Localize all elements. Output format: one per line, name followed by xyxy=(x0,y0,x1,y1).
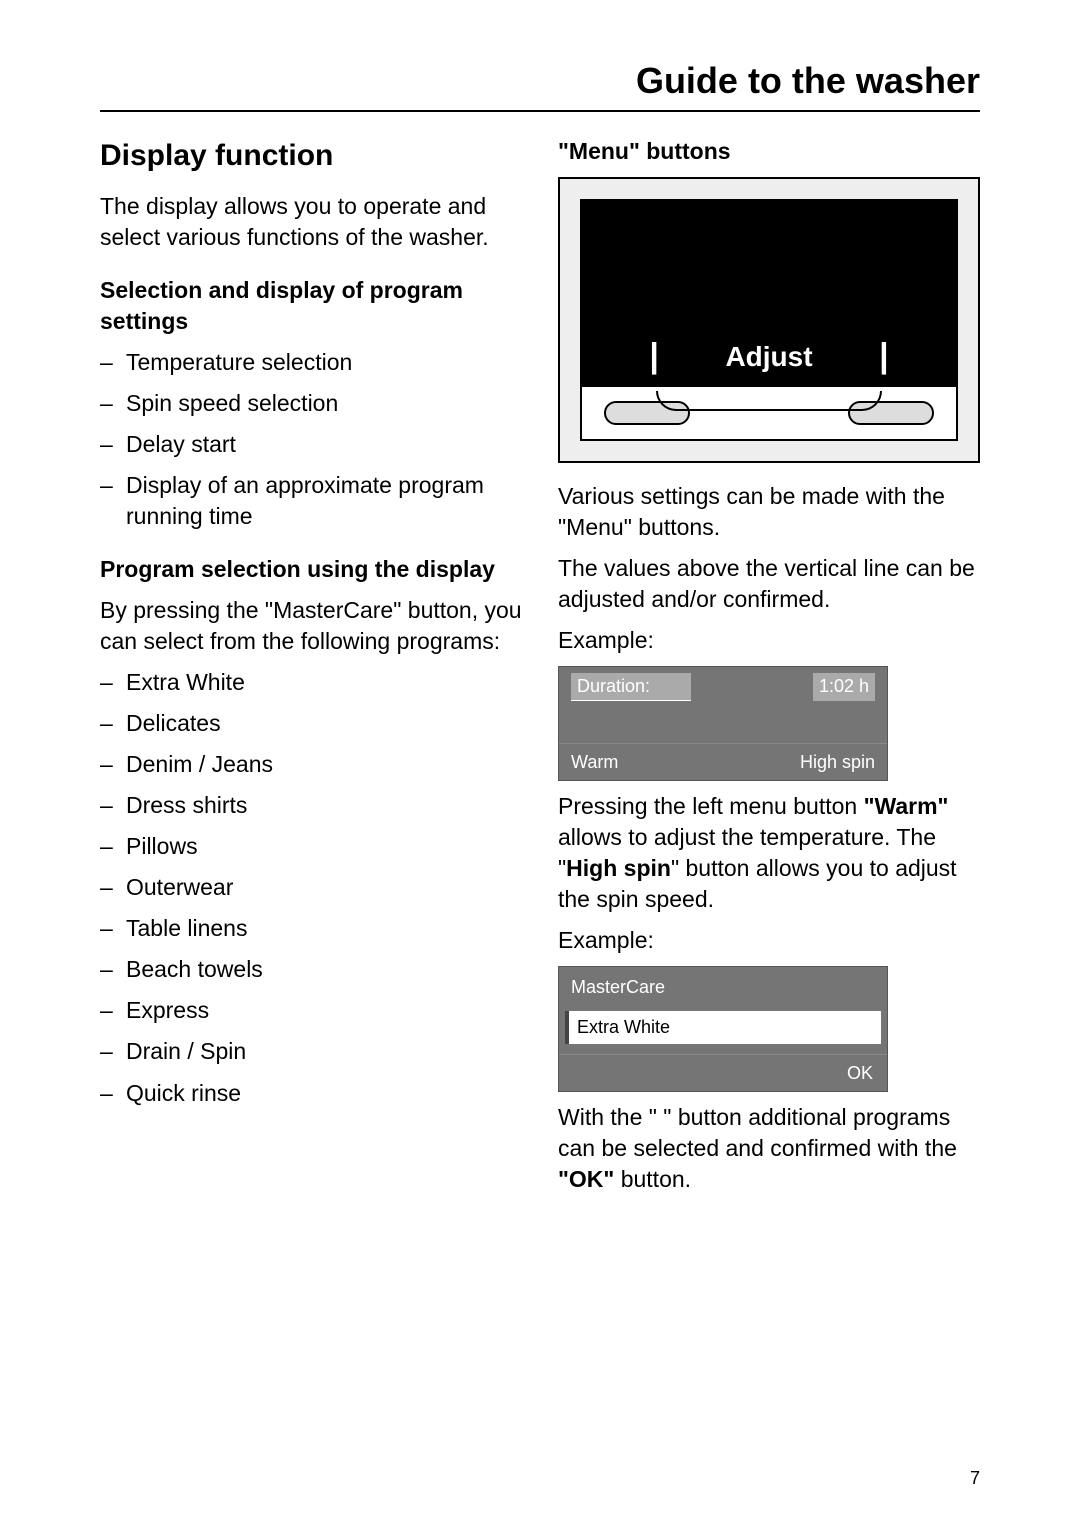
diagram-curve-icon xyxy=(656,391,882,411)
list-item: Table linens xyxy=(100,913,522,944)
page-title: Guide to the washer xyxy=(100,60,980,102)
display-mid-area xyxy=(559,707,887,743)
menu-para-2: The values above the vertical line can b… xyxy=(558,553,980,615)
list-item: Display of an approximate program runnin… xyxy=(100,470,522,532)
list-item: Spin speed selection xyxy=(100,388,522,419)
ok-button-label: OK xyxy=(559,1054,887,1091)
list-item: Delay start xyxy=(100,429,522,460)
list-item: Outerwear xyxy=(100,872,522,903)
example-display-1: Duration: 1:02 h Warm High spin xyxy=(558,666,888,781)
separator-icon: | xyxy=(649,334,659,380)
high-spin-bold: High spin xyxy=(566,855,671,881)
list-item: Denim / Jeans xyxy=(100,749,522,780)
list-item: Temperature selection xyxy=(100,347,522,378)
display-bottom-row: Warm High spin xyxy=(559,743,887,780)
left-column: Display function The display allows you … xyxy=(100,136,522,1205)
diagram-label-row: | Adjust | xyxy=(580,329,958,387)
diagram-button-row xyxy=(580,387,958,441)
list-item: Delicates xyxy=(100,708,522,739)
list-item: Beach towels xyxy=(100,954,522,985)
list-item: Dress shirts xyxy=(100,790,522,821)
subheading-settings: Selection and display of program setting… xyxy=(100,275,522,337)
duration-label: Duration: xyxy=(571,673,691,700)
adjust-label: Adjust xyxy=(725,338,812,376)
settings-list: Temperature selection Spin speed selecti… xyxy=(100,347,522,532)
program-intro-paragraph: By pressing the "MasterCare" button, you… xyxy=(100,595,522,657)
list-item: Pillows xyxy=(100,831,522,862)
heading-menu-buttons: "Menu" buttons xyxy=(558,136,980,167)
menu-buttons-diagram: | Adjust | xyxy=(558,177,980,463)
diagram-screen xyxy=(580,199,958,329)
page-number: 7 xyxy=(970,1468,980,1489)
list-item: Drain / Spin xyxy=(100,1036,522,1067)
duration-value: 1:02 h xyxy=(813,673,875,700)
menu-para-4: With the " " button additional programs … xyxy=(558,1102,980,1195)
intro-paragraph: The display allows you to operate and se… xyxy=(100,191,522,253)
list-item: Express xyxy=(100,995,522,1026)
high-spin-button-label: High spin xyxy=(800,750,875,774)
ok-bold: "OK" xyxy=(558,1166,614,1192)
programs-list: Extra White Delicates Denim / Jeans Dres… xyxy=(100,667,522,1109)
separator-icon: | xyxy=(879,334,889,380)
example-label: Example: xyxy=(558,625,980,656)
example-display-2: MasterCare Extra White OK xyxy=(558,966,888,1092)
example-label-2: Example: xyxy=(558,925,980,956)
heading-display-function: Display function xyxy=(100,136,522,177)
right-column: "Menu" buttons | Adjust | Various settin… xyxy=(558,136,980,1205)
menu-para-3: Pressing the left menu button "Warm" all… xyxy=(558,791,980,915)
title-rule xyxy=(100,110,980,112)
list-item: Extra White xyxy=(100,667,522,698)
selected-program: Extra White xyxy=(565,1011,881,1043)
subheading-program-selection: Program selection using the display xyxy=(100,554,522,585)
display-top-row: Duration: 1:02 h xyxy=(559,667,887,706)
list-item: Quick rinse xyxy=(100,1078,522,1109)
menu-para-1: Various settings can be made with the "M… xyxy=(558,481,980,543)
warm-button-label: Warm xyxy=(571,750,618,774)
mastercare-title: MasterCare xyxy=(559,967,887,1007)
warm-bold: "Warm" xyxy=(864,793,949,819)
